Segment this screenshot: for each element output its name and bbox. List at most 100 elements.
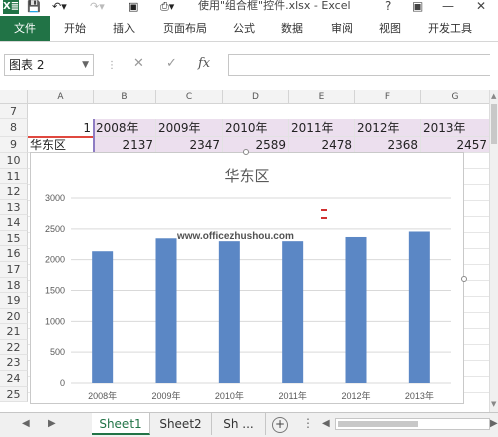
- row-header[interactable]: 12: [0, 184, 28, 200]
- x-tick-label: 2008年: [88, 390, 117, 401]
- bar[interactable]: [155, 238, 177, 383]
- row-header[interactable]: 18: [0, 278, 28, 293]
- bar[interactable]: [218, 241, 240, 383]
- quick-access-icon[interactable]: ▣: [128, 0, 138, 14]
- tab-sheet-more[interactable]: Sh ...: [212, 413, 266, 435]
- resize-handle-icon[interactable]: ⋮: [107, 60, 117, 71]
- vertical-scrollbar[interactable]: ▲ ▼: [489, 90, 498, 412]
- chart[interactable]: 华东区 3000 2500 2000 1500 1000 500 0 2008年 2009年 20…: [30, 149, 467, 405]
- tab-sheet2[interactable]: Sheet2: [150, 413, 212, 435]
- row-header[interactable]: 8: [0, 119, 28, 137]
- formula-input[interactable]: [228, 54, 490, 76]
- row-header[interactable]: 9: [0, 137, 28, 153]
- sheet-next-icon[interactable]: ▶: [48, 418, 56, 429]
- row-header[interactable]: 20: [0, 309, 28, 324]
- minimize-button[interactable]: —: [442, 0, 454, 12]
- cell-b8[interactable]: 2008年: [94, 119, 156, 137]
- tab-sheet1[interactable]: Sheet1: [92, 413, 150, 435]
- tab-splitter-icon[interactable]: ⋮: [302, 416, 314, 430]
- cell-g8[interactable]: 2013年: [421, 119, 490, 137]
- chart-resize-handle[interactable]: [461, 276, 467, 282]
- redo-icon[interactable]: ↷▾: [90, 0, 105, 14]
- help-button[interactable]: ?: [385, 0, 391, 12]
- row-header[interactable]: 25: [0, 387, 28, 402]
- close-button[interactable]: ✕: [476, 0, 486, 12]
- bar[interactable]: [282, 241, 304, 383]
- cell-c9[interactable]: 2347: [156, 137, 223, 153]
- hscroll-thumb[interactable]: [338, 421, 418, 427]
- row-header[interactable]: 16: [0, 246, 28, 262]
- sheet-prev-icon[interactable]: ◀: [22, 418, 30, 429]
- cell-c8[interactable]: 2009年: [156, 119, 223, 137]
- bar[interactable]: [408, 231, 430, 383]
- add-sheet-button[interactable]: +: [272, 417, 288, 433]
- cell-f8[interactable]: 2012年: [355, 119, 421, 137]
- preview-icon[interactable]: ⎙▾: [160, 0, 174, 14]
- chart-resize-handle[interactable]: [243, 149, 249, 155]
- ribbon-display-icon[interactable]: ▣: [412, 0, 423, 12]
- row-header[interactable]: 15: [0, 231, 28, 246]
- y-tick-label: 0: [60, 378, 65, 388]
- row-header[interactable]: 7: [0, 104, 28, 119]
- row-header[interactable]: 17: [0, 262, 28, 278]
- column-header[interactable]: G: [421, 90, 490, 104]
- row-header[interactable]: 23: [0, 355, 28, 371]
- scroll-thumb[interactable]: [491, 104, 497, 144]
- cell-a8[interactable]: 1: [28, 119, 94, 137]
- row-header[interactable]: 13: [0, 200, 28, 215]
- horizontal-scrollbar[interactable]: [335, 418, 490, 430]
- row-header[interactable]: 11: [0, 169, 28, 184]
- save-icon[interactable]: 💾: [27, 0, 41, 14]
- row-header[interactable]: 10: [0, 153, 28, 169]
- row-header[interactable]: 14: [0, 215, 28, 231]
- tab-view[interactable]: 视图: [370, 16, 410, 41]
- tab-formulas[interactable]: 公式: [224, 16, 264, 41]
- cancel-icon[interactable]: ✕: [133, 56, 144, 71]
- undo-icon[interactable]: ↶▾: [52, 0, 67, 14]
- column-header[interactable]: B: [94, 90, 156, 104]
- chart-plot[interactable]: 3000 2500 2000 1500 1000 500 0 2008年 2009年 2010年 2…: [31, 153, 465, 405]
- tab-data[interactable]: 数据: [272, 16, 312, 41]
- insert-function-icon[interactable]: fx: [198, 56, 210, 71]
- cell-d8[interactable]: 2010年: [223, 119, 289, 137]
- row-header[interactable]: 19: [0, 293, 28, 309]
- cell-d9[interactable]: 2589: [223, 137, 289, 153]
- bar[interactable]: [92, 251, 114, 383]
- scroll-down-icon[interactable]: ▼: [491, 400, 496, 408]
- watermark-text: www.officezhushou.com: [176, 231, 294, 242]
- cell-e8[interactable]: 2011年: [289, 119, 355, 137]
- row-header[interactable]: 21: [0, 324, 28, 340]
- scroll-up-icon[interactable]: ▲: [491, 92, 496, 100]
- tab-page-layout[interactable]: 页面布局: [154, 16, 216, 41]
- column-header[interactable]: F: [355, 90, 421, 104]
- name-box[interactable]: 图表 2 ▼: [4, 54, 94, 76]
- cell-g9[interactable]: 2457: [421, 137, 490, 153]
- y-tick-label: 3000: [45, 193, 65, 203]
- select-all-corner[interactable]: [0, 90, 28, 104]
- tab-review[interactable]: 审阅: [322, 16, 362, 41]
- scroll-left-icon[interactable]: ◀: [322, 418, 330, 429]
- cell-a9[interactable]: 华东区: [28, 137, 94, 153]
- cell-b9[interactable]: 2137: [94, 137, 156, 153]
- chevron-down-icon[interactable]: ▼: [82, 55, 89, 75]
- y-tick-label: 2000: [45, 255, 65, 265]
- tab-insert[interactable]: 插入: [104, 16, 144, 41]
- column-headers: A B C D E F G: [0, 90, 490, 104]
- row-header[interactable]: 24: [0, 371, 28, 387]
- cell-e9[interactable]: 2478: [289, 137, 355, 153]
- tab-developer[interactable]: 开发工具: [420, 16, 480, 41]
- column-header[interactable]: A: [28, 90, 94, 104]
- window-title: 使用"组合框"控件.xlsx - Excel: [198, 0, 351, 12]
- enter-icon[interactable]: ✓: [166, 56, 177, 71]
- tab-file[interactable]: 文件: [0, 16, 50, 41]
- column-header[interactable]: D: [223, 90, 289, 104]
- column-header[interactable]: E: [289, 90, 355, 104]
- y-tick-label: 1000: [45, 316, 65, 326]
- column-header[interactable]: C: [156, 90, 223, 104]
- tab-home[interactable]: 开始: [55, 16, 95, 41]
- scroll-right-icon[interactable]: ▶: [490, 418, 498, 429]
- cell-f9[interactable]: 2368: [355, 137, 421, 153]
- bar[interactable]: [345, 236, 367, 383]
- row-header[interactable]: 22: [0, 340, 28, 355]
- excel-logo-icon: X≣: [3, 0, 20, 14]
